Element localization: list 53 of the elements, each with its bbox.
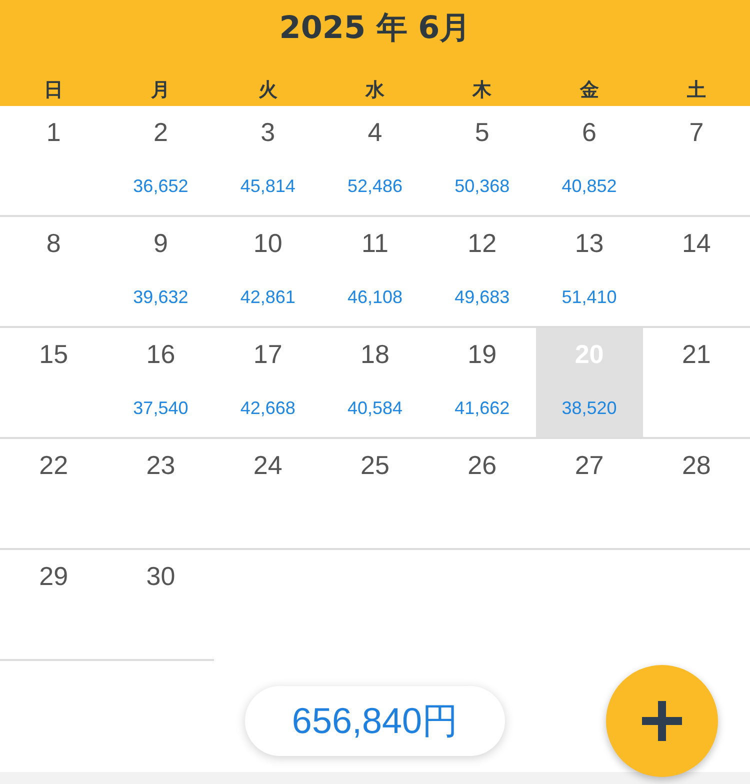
day-number: 23 [146, 450, 176, 480]
day-number: 24 [253, 450, 282, 480]
day-number: 6 [582, 117, 596, 147]
day-amount: 39,632 [133, 286, 188, 308]
day-number: 3 [260, 117, 276, 147]
day-number: 30 [146, 561, 176, 591]
day-number: 2 [153, 117, 168, 147]
weekday-label: 日 [44, 78, 64, 103]
day-amount: 42,861 [240, 286, 296, 308]
day-number: 4 [368, 117, 382, 147]
day-number: 10 [253, 228, 282, 258]
day-number: 1 [46, 117, 61, 147]
day-number: 26 [468, 450, 497, 480]
day-number: 19 [468, 339, 497, 369]
weekday-label: 火 [258, 78, 278, 103]
day-number: 27 [574, 450, 604, 480]
day-amount: 40,584 [347, 397, 403, 419]
day-number: 18 [360, 339, 390, 369]
day-number: 14 [682, 228, 711, 258]
day-amount: 50,368 [454, 175, 510, 197]
day-amount: 37,540 [133, 397, 188, 419]
day-number: 21 [682, 339, 711, 369]
day-amount: 45,814 [240, 175, 296, 197]
day-number: 17 [253, 339, 282, 369]
weekday-label: 金 [580, 78, 599, 103]
day-number: 25 [360, 450, 390, 480]
day-amount: 36,652 [133, 175, 188, 197]
day-number: 12 [468, 228, 497, 258]
day-amount: 42,668 [240, 397, 296, 419]
day-number: 29 [39, 561, 68, 591]
day-amount: 41,662 [454, 397, 510, 419]
day-amount: 40,852 [562, 175, 617, 197]
day-amount: 38,520 [562, 397, 617, 419]
weekday-label: 木 [472, 78, 492, 103]
monthly-total: 656,840円 [245, 686, 505, 756]
day-number: 7 [689, 117, 704, 147]
day-number: 5 [474, 117, 490, 147]
day-number: 22 [39, 450, 68, 480]
weekday-label: 月 [151, 78, 170, 103]
weekday-label: 水 [365, 78, 384, 103]
day-amount: 52,486 [347, 175, 403, 197]
day-number: 15 [39, 339, 68, 369]
month-title: 2025 年 6月 [279, 9, 471, 48]
weekday-label: 土 [686, 78, 706, 103]
day-number: 28 [682, 450, 711, 480]
day-number: 8 [46, 228, 61, 258]
day-number: 11 [361, 228, 388, 258]
day-amount: 51,410 [562, 286, 617, 308]
day-amount: 46,108 [347, 286, 403, 308]
day-number: 13 [574, 228, 604, 258]
day-number: 9 [153, 228, 168, 258]
day-number: 16 [146, 339, 176, 369]
day-amount: 49,683 [454, 286, 510, 308]
